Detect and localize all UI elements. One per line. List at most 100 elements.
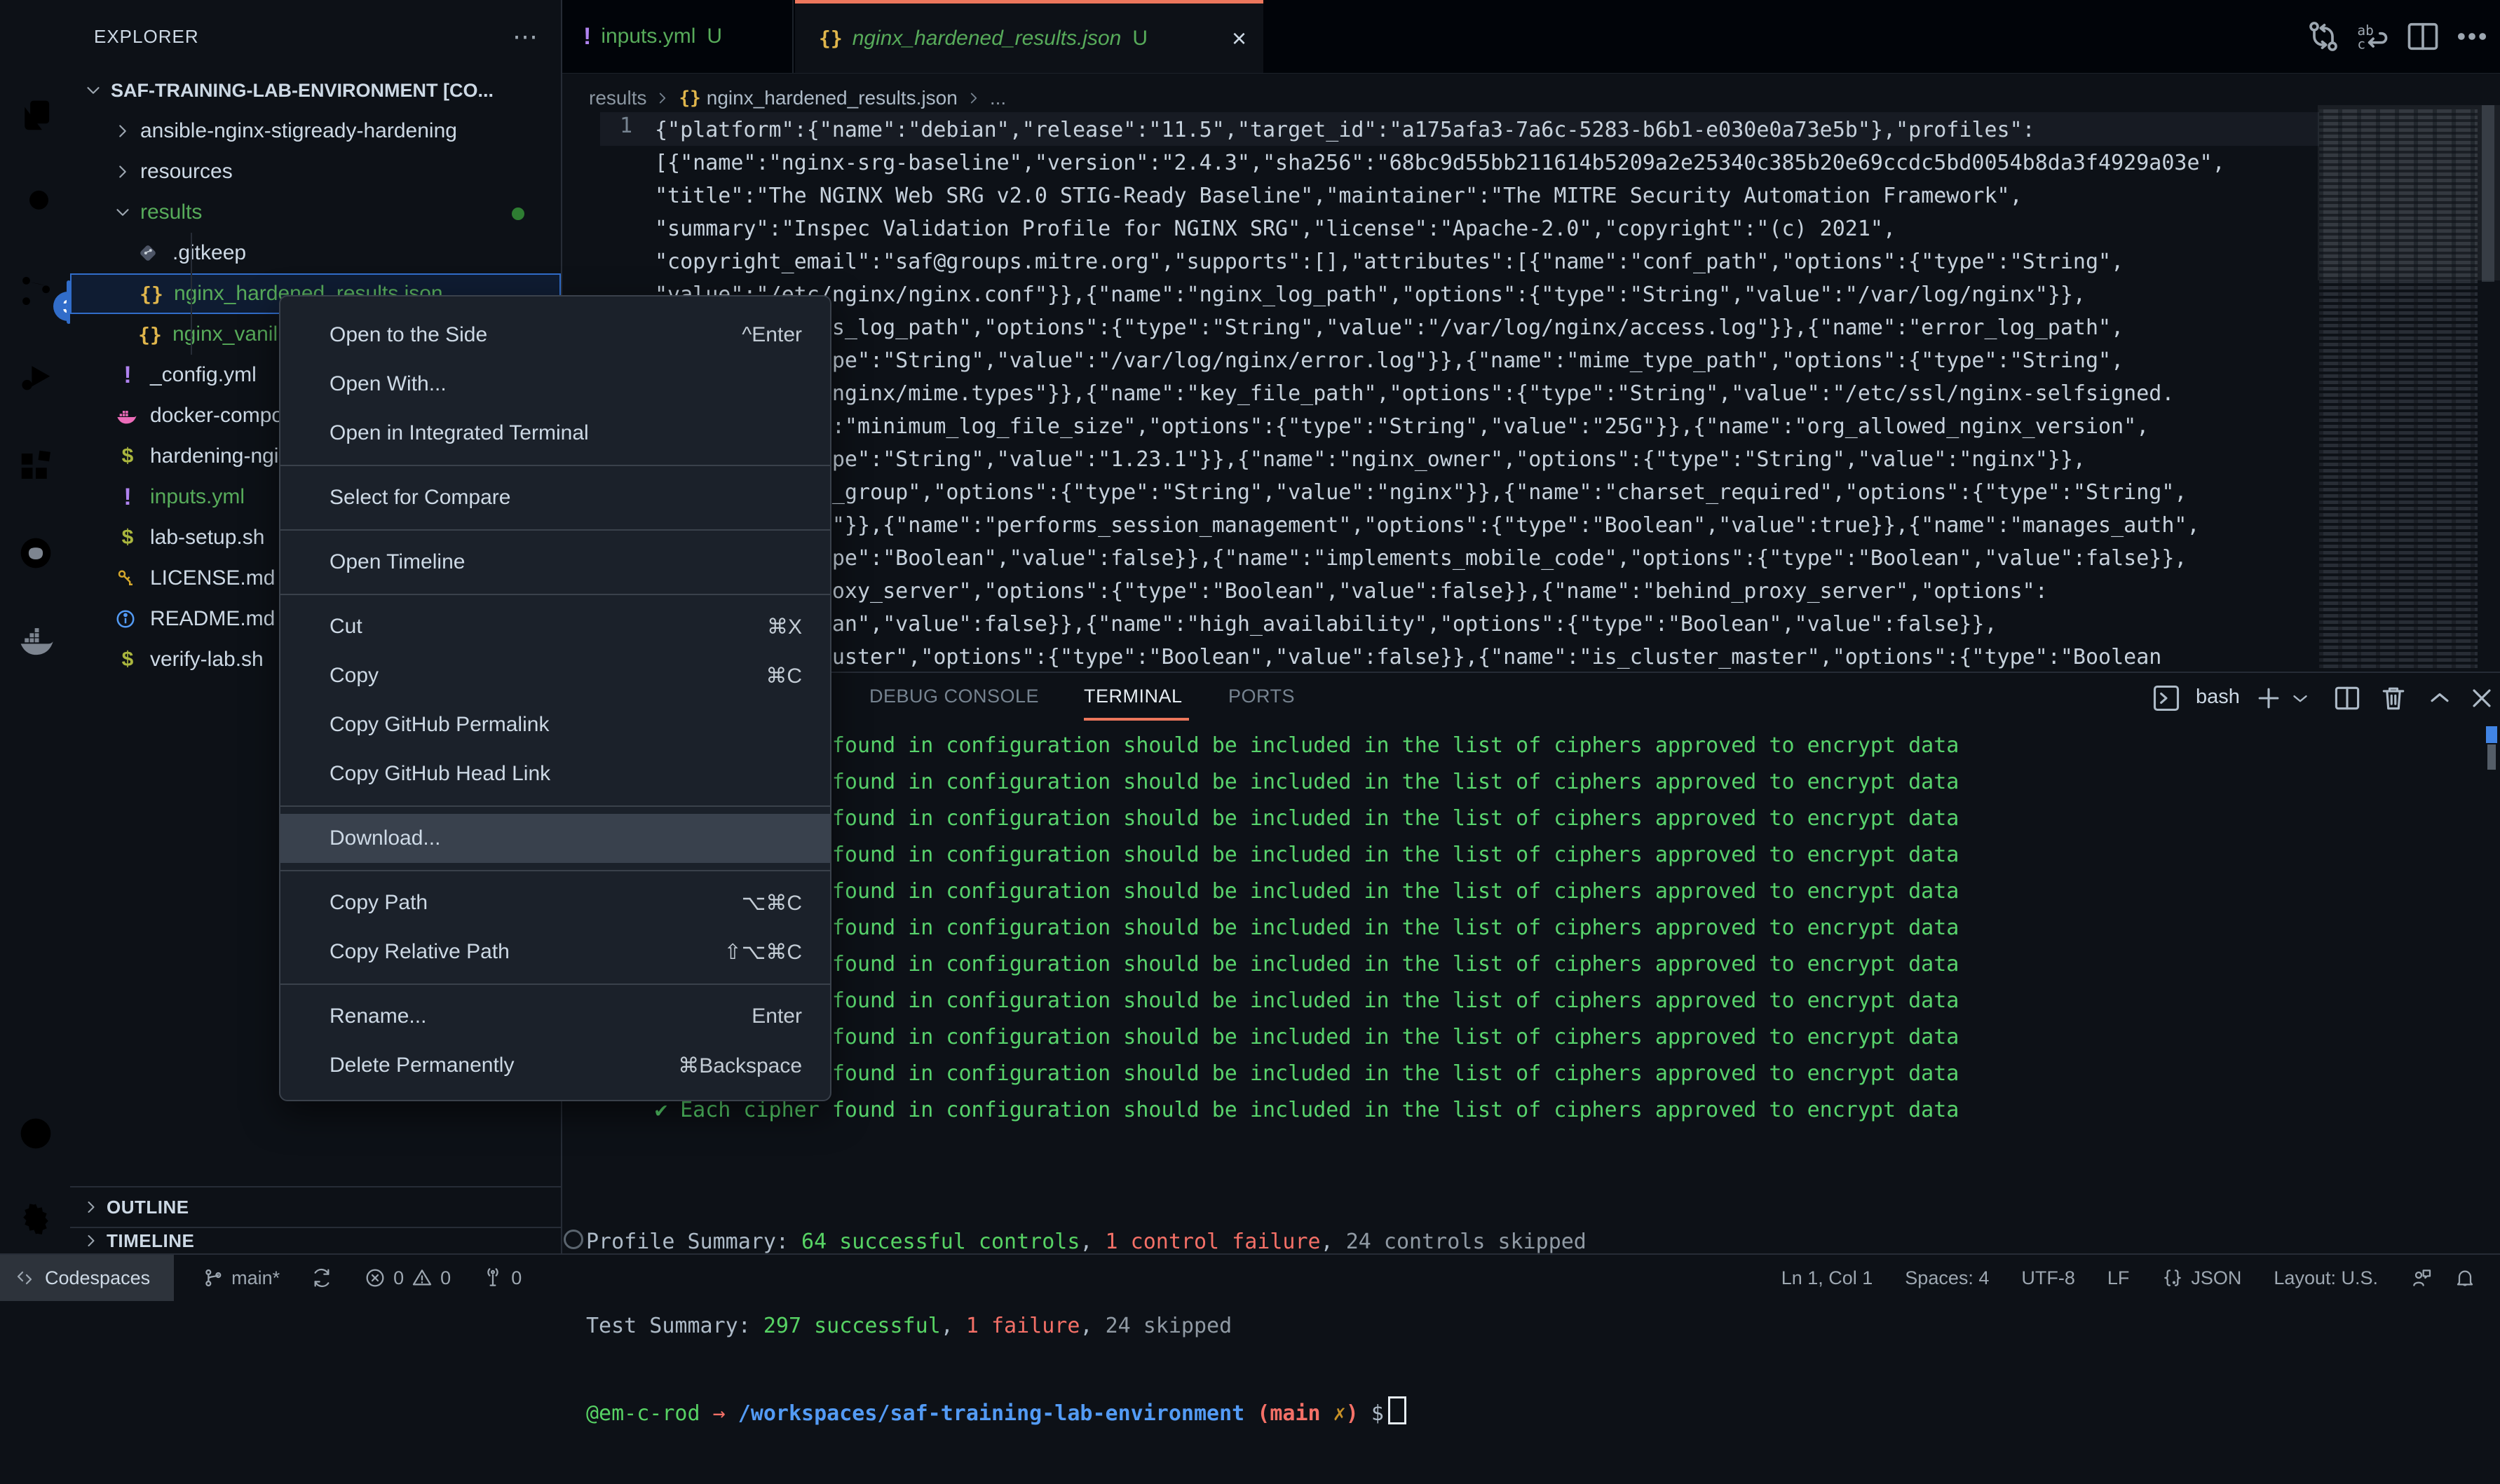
kill-terminal-trash-icon[interactable] <box>2378 683 2409 714</box>
menu-item-cut[interactable]: Cut ⌘X <box>280 602 830 651</box>
chevron-down-icon <box>83 80 104 101</box>
tree-item-folder[interactable]: resources <box>70 151 561 192</box>
cursor-position[interactable]: Ln 1, Col 1 <box>1781 1267 1873 1289</box>
tree-item-label: ansible-nginx-stigready-hardening <box>140 119 457 142</box>
svg-text:c: c <box>2357 36 2365 52</box>
tab-terminal[interactable]: TERMINAL <box>1084 686 1183 707</box>
terminal-line: ✔ Each cipher found in configuration sho… <box>655 806 1959 831</box>
explorer-more-actions-icon[interactable]: ⋯ <box>512 22 540 51</box>
menu-item-rename[interactable]: Rename... Enter <box>280 992 830 1041</box>
split-terminal-icon[interactable] <box>2332 683 2363 714</box>
menu-icon[interactable] <box>17 22 55 60</box>
explorer-icon[interactable] <box>17 97 55 135</box>
indentation[interactable]: Spaces: 4 <box>1905 1267 1989 1289</box>
yaml-bang-icon: ! <box>583 22 592 50</box>
editor-scrollbar[interactable] <box>2482 105 2494 282</box>
status-bar: Codespaces main* 0 0 0 Ln 1, Col 1 Space… <box>0 1253 2500 1301</box>
tab-ports[interactable]: PORTS <box>1228 686 1295 707</box>
shortcut: ⇧⌥⌘C <box>723 940 802 964</box>
tab-inputs-yml[interactable]: ! inputs.yml U <box>562 0 794 73</box>
tab-nginx-hardened-results-json[interactable]: {} nginx_hardened_results.json U × <box>795 0 1263 73</box>
summary-label: Test Summary: <box>586 1314 763 1338</box>
tree-item-folder-results[interactable]: results <box>70 192 561 233</box>
remote-indicator[interactable]: Codespaces <box>0 1255 175 1301</box>
git-status-badge: U <box>707 25 723 48</box>
run-debug-icon[interactable] <box>17 359 55 397</box>
code-editor[interactable]: {"platform":{"name":"debian","release":"… <box>655 114 2323 674</box>
prompt-line[interactable]: @em-c-rod → /workspaces/saf-training-lab… <box>586 1396 1587 1428</box>
menu-item-download[interactable]: Download... <box>280 814 830 863</box>
menu-separator <box>280 805 830 807</box>
more-actions-icon[interactable] <box>2454 18 2490 55</box>
settings-gear-icon[interactable] <box>17 1200 55 1238</box>
menu-item-select-for-compare[interactable]: Select for Compare <box>280 473 830 522</box>
github-icon[interactable] <box>17 534 55 572</box>
menu-item-copy-github-permalink[interactable]: Copy GitHub Permalink <box>280 700 830 749</box>
search-icon[interactable] <box>17 185 55 223</box>
terminal-summary[interactable]: Profile Summary: 64 successful controls,… <box>586 1172 1587 1484</box>
line-number: 1 <box>619 114 632 138</box>
maximize-panel-icon[interactable] <box>2424 683 2455 714</box>
code-row: {"name":"nginx_group","options":{"type":… <box>655 480 2187 505</box>
tab-label: inputs.yml <box>601 25 696 48</box>
branch-status[interactable]: main* <box>202 1267 280 1289</box>
word-wrap-icon[interactable]: ab c <box>2354 18 2391 55</box>
tree-root[interactable]: SAF-TRAINING-LAB-ENVIRONMENT [CO... <box>70 70 561 111</box>
tree-item-folder[interactable]: ansible-nginx-stigready-hardening <box>70 111 561 151</box>
new-terminal-icon[interactable] <box>2253 683 2284 714</box>
menu-item-copy-path[interactable]: Copy Path ⌥⌘C <box>280 878 830 927</box>
json-braces-icon: {} <box>138 322 162 346</box>
ports-status[interactable]: 0 <box>482 1267 522 1289</box>
shell-name[interactable]: bash <box>2196 686 2240 709</box>
open-changes-icon[interactable] <box>2305 18 2342 55</box>
tab-debug-console[interactable]: DEBUG CONSOLE <box>869 686 1039 707</box>
tree-item-file[interactable]: .gitkeep <box>70 233 561 273</box>
tree-item-label: lab-setup.sh <box>150 526 265 549</box>
problems-status[interactable]: 0 0 <box>364 1267 451 1289</box>
breadcrumb-file[interactable]: nginx_hardened_results.json <box>707 87 958 109</box>
sep: , <box>940 1314 966 1338</box>
breadcrumb-folder[interactable]: results <box>589 87 646 109</box>
warning-count: 0 <box>440 1267 451 1288</box>
menu-item-delete-permanently[interactable]: Delete Permanently ⌘Backspace <box>280 1041 830 1090</box>
terminal-scrollbar[interactable] <box>2487 744 2496 770</box>
shell-file-icon: $ <box>121 444 134 468</box>
terminal-line: ✔ Each cipher found in configuration sho… <box>655 843 1959 867</box>
minimap[interactable] <box>2319 109 2478 670</box>
terminal-line: ✔ Each cipher found in configuration sho… <box>655 952 1959 976</box>
notifications[interactable] <box>2454 1267 2476 1289</box>
terminal-line: ✔ Each cipher found in configuration sho… <box>655 1061 1959 1086</box>
close-icon[interactable]: × <box>1232 24 1246 53</box>
terminal-output[interactable]: ✔ Each cipher found in configuration sho… <box>655 728 1959 1129</box>
encoding[interactable]: UTF-8 <box>2021 1267 2075 1289</box>
launch-profile-chevron-icon[interactable] <box>2288 683 2312 714</box>
split-editor-icon[interactable] <box>2405 18 2441 55</box>
menu-item-copy-relative-path[interactable]: Copy Relative Path ⇧⌥⌘C <box>280 927 830 976</box>
extensions-icon[interactable] <box>17 447 55 485</box>
feedback[interactable] <box>2410 1267 2433 1289</box>
menu-item-copy[interactable]: Copy ⌘C <box>280 651 830 700</box>
language-mode[interactable]: JSON <box>2161 1267 2241 1289</box>
info-file-icon <box>115 608 140 629</box>
close-panel-icon[interactable] <box>2466 683 2497 714</box>
outline-section[interactable]: OUTLINE <box>70 1186 561 1227</box>
menu-item-open-in-terminal[interactable]: Open in Integrated Terminal <box>280 409 830 458</box>
eol[interactable]: LF <box>2107 1267 2130 1289</box>
menu-separator <box>280 983 830 985</box>
keyboard-layout[interactable]: Layout: U.S. <box>2274 1267 2378 1289</box>
breadcrumb-more[interactable]: ... <box>990 87 1006 109</box>
docker-icon[interactable] <box>17 622 55 660</box>
code-row: {"name":"is_cluster","options":{"type":"… <box>655 645 2162 669</box>
menu-item-copy-github-head-link[interactable]: Copy GitHub Head Link <box>280 749 830 798</box>
sync-status[interactable] <box>311 1267 333 1289</box>
error-count: 0 <box>393 1267 405 1288</box>
account-icon[interactable] <box>17 1115 55 1152</box>
code-row: {"type":"Boolean","value":false}},{"name… <box>655 612 1997 637</box>
source-control-icon[interactable]: 3 <box>17 272 83 321</box>
timeline-section[interactable]: TIMELINE <box>70 1227 561 1253</box>
menu-item-open-with[interactable]: Open With... <box>280 360 830 409</box>
menu-item-open-timeline[interactable]: Open Timeline <box>280 538 830 587</box>
chevron-right-icon <box>81 1231 101 1251</box>
menu-item-open-to-side[interactable]: Open to the Side ^Enter <box>280 311 830 360</box>
code-row: {"name":"access_log_path","options":{"ty… <box>655 315 2124 340</box>
